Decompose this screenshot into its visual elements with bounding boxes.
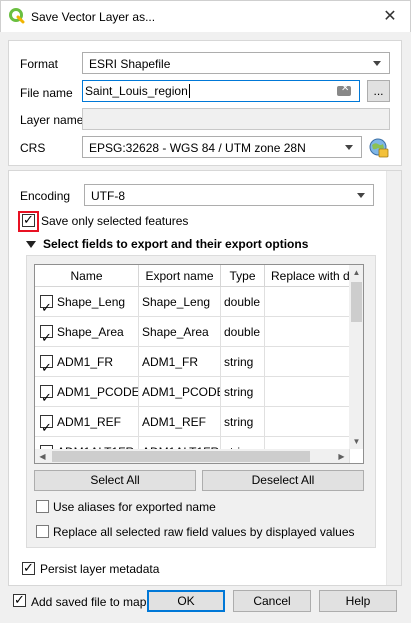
save-selected-label: Save only selected features bbox=[41, 214, 189, 228]
options-scrollbar[interactable] bbox=[386, 171, 401, 585]
cancel-button[interactable]: Cancel bbox=[233, 590, 311, 612]
add-saved-file-checkbox[interactable] bbox=[13, 592, 26, 608]
collapse-triangle-icon[interactable] bbox=[26, 241, 36, 248]
crs-value: EPSG:32628 - WGS 84 / UTM zone 28N bbox=[89, 141, 306, 155]
crs-selector-button[interactable] bbox=[366, 135, 390, 159]
table-row[interactable]: Shape_Area Shape_Area double bbox=[35, 317, 350, 347]
row-checkbox[interactable] bbox=[40, 383, 53, 406]
name-cell: Shape_Area bbox=[35, 317, 139, 347]
row-checkbox[interactable] bbox=[40, 293, 53, 316]
scroll-thumb[interactable] bbox=[351, 282, 362, 322]
save-selected-checkbox[interactable] bbox=[22, 212, 35, 228]
clear-icon[interactable]: ✕ bbox=[337, 83, 351, 96]
chevron-down-icon bbox=[345, 145, 353, 150]
scroll-up-icon[interactable]: ▲ bbox=[349, 265, 363, 280]
replace-cell[interactable] bbox=[265, 377, 350, 407]
layername-label: Layer name bbox=[20, 113, 84, 127]
window-title: Save Vector Layer as... bbox=[31, 10, 156, 24]
scroll-right-icon[interactable]: ▶ bbox=[334, 449, 349, 463]
column-header-type[interactable]: Type bbox=[221, 265, 265, 287]
replace-cell[interactable] bbox=[265, 347, 350, 377]
name-cell: ADM1_REF bbox=[35, 407, 139, 437]
format-value: ESRI Shapefile bbox=[89, 57, 171, 71]
help-button[interactable]: Help bbox=[319, 590, 397, 612]
title-bar[interactable]: Save Vector Layer as... ✕ bbox=[0, 0, 411, 32]
name-cell: ADM1_FR bbox=[35, 347, 139, 377]
layername-input bbox=[82, 108, 390, 130]
select-all-button[interactable]: Select All bbox=[34, 470, 196, 491]
row-checkbox[interactable] bbox=[40, 413, 53, 436]
type-cell: double bbox=[221, 317, 265, 347]
use-aliases-checkbox[interactable] bbox=[36, 500, 49, 513]
persist-metadata-label: Persist layer metadata bbox=[40, 562, 160, 576]
export-name-cell[interactable]: Shape_Leng bbox=[139, 287, 221, 317]
type-cell: string bbox=[221, 407, 265, 437]
table-row[interactable]: ADM1_REF ADM1_REF string bbox=[35, 407, 350, 437]
globe-icon bbox=[369, 138, 389, 158]
add-saved-file-label: Add saved file to map bbox=[31, 595, 147, 609]
filename-input[interactable]: Saint_Louis_region ✕ bbox=[82, 80, 360, 102]
encoding-combo[interactable]: UTF-8 bbox=[84, 184, 374, 206]
format-combo[interactable]: ESRI Shapefile bbox=[82, 52, 390, 74]
persist-metadata-checkbox[interactable] bbox=[22, 560, 35, 576]
use-aliases-label: Use aliases for exported name bbox=[53, 500, 216, 514]
replace-cell[interactable] bbox=[265, 287, 350, 317]
scroll-thumb-horizontal[interactable] bbox=[52, 451, 310, 462]
fields-table[interactable]: Name Export name Type Replace with d Sha… bbox=[34, 264, 364, 464]
replace-raw-checkbox[interactable] bbox=[36, 525, 49, 538]
crs-label: CRS bbox=[20, 141, 46, 155]
table-row[interactable]: Shape_Leng Shape_Leng double bbox=[35, 287, 350, 317]
field-name: Shape_Leng bbox=[57, 295, 126, 309]
export-name-cell[interactable]: ADM1_FR bbox=[139, 347, 221, 377]
filename-label: File name bbox=[20, 86, 73, 100]
fields-section-title: Select fields to export and their export… bbox=[43, 237, 309, 251]
replace-cell[interactable] bbox=[265, 317, 350, 347]
field-name: ADM1_FR bbox=[57, 355, 114, 369]
replace-cell[interactable] bbox=[265, 407, 350, 437]
scroll-down-icon[interactable]: ▼ bbox=[349, 434, 363, 449]
replace-raw-label: Replace all selected raw field values by… bbox=[53, 525, 355, 539]
encoding-value: UTF-8 bbox=[91, 189, 125, 203]
chevron-down-icon bbox=[373, 61, 381, 66]
scroll-left-icon[interactable]: ◀ bbox=[35, 449, 50, 463]
table-row[interactable]: ADM1_FR ADM1_FR string bbox=[35, 347, 350, 377]
export-name-cell[interactable]: Shape_Area bbox=[139, 317, 221, 347]
table-horizontal-scrollbar[interactable]: ◀ ▶ bbox=[35, 449, 349, 463]
ok-button[interactable]: OK bbox=[147, 590, 225, 612]
name-cell: Shape_Leng bbox=[35, 287, 139, 317]
type-cell: string bbox=[221, 347, 265, 377]
crs-combo[interactable]: EPSG:32628 - WGS 84 / UTM zone 28N bbox=[82, 136, 362, 158]
column-header-name[interactable]: Name bbox=[35, 265, 139, 287]
field-name: ADM1_REF bbox=[57, 415, 122, 429]
qgis-icon bbox=[9, 8, 25, 24]
field-name: ADM1_PCODE bbox=[57, 385, 139, 399]
encoding-label: Encoding bbox=[20, 189, 71, 203]
column-header-export-name[interactable]: Export name bbox=[139, 265, 221, 287]
column-header-replace[interactable]: Replace with d bbox=[265, 265, 350, 287]
close-icon[interactable]: ✕ bbox=[379, 7, 401, 27]
type-cell: double bbox=[221, 287, 265, 317]
filename-value: Saint_Louis_region bbox=[85, 84, 188, 98]
browse-button[interactable]: ... bbox=[367, 80, 390, 102]
table-vertical-scrollbar[interactable]: ▲ ▼ bbox=[349, 265, 363, 449]
chevron-down-icon bbox=[357, 193, 365, 198]
export-name-cell[interactable]: ADM1_REF bbox=[139, 407, 221, 437]
format-label: Format bbox=[20, 57, 59, 71]
table-row[interactable]: ADM1_PCODE ADM1_PCODE string bbox=[35, 377, 350, 407]
deselect-all-button[interactable]: Deselect All bbox=[202, 470, 364, 491]
row-checkbox[interactable] bbox=[40, 353, 53, 376]
export-name-cell[interactable]: ADM1_PCODE bbox=[139, 377, 221, 407]
field-name: Shape_Area bbox=[57, 325, 124, 339]
type-cell: string bbox=[221, 377, 265, 407]
name-cell: ADM1_PCODE bbox=[35, 377, 139, 407]
row-checkbox[interactable] bbox=[40, 323, 53, 346]
